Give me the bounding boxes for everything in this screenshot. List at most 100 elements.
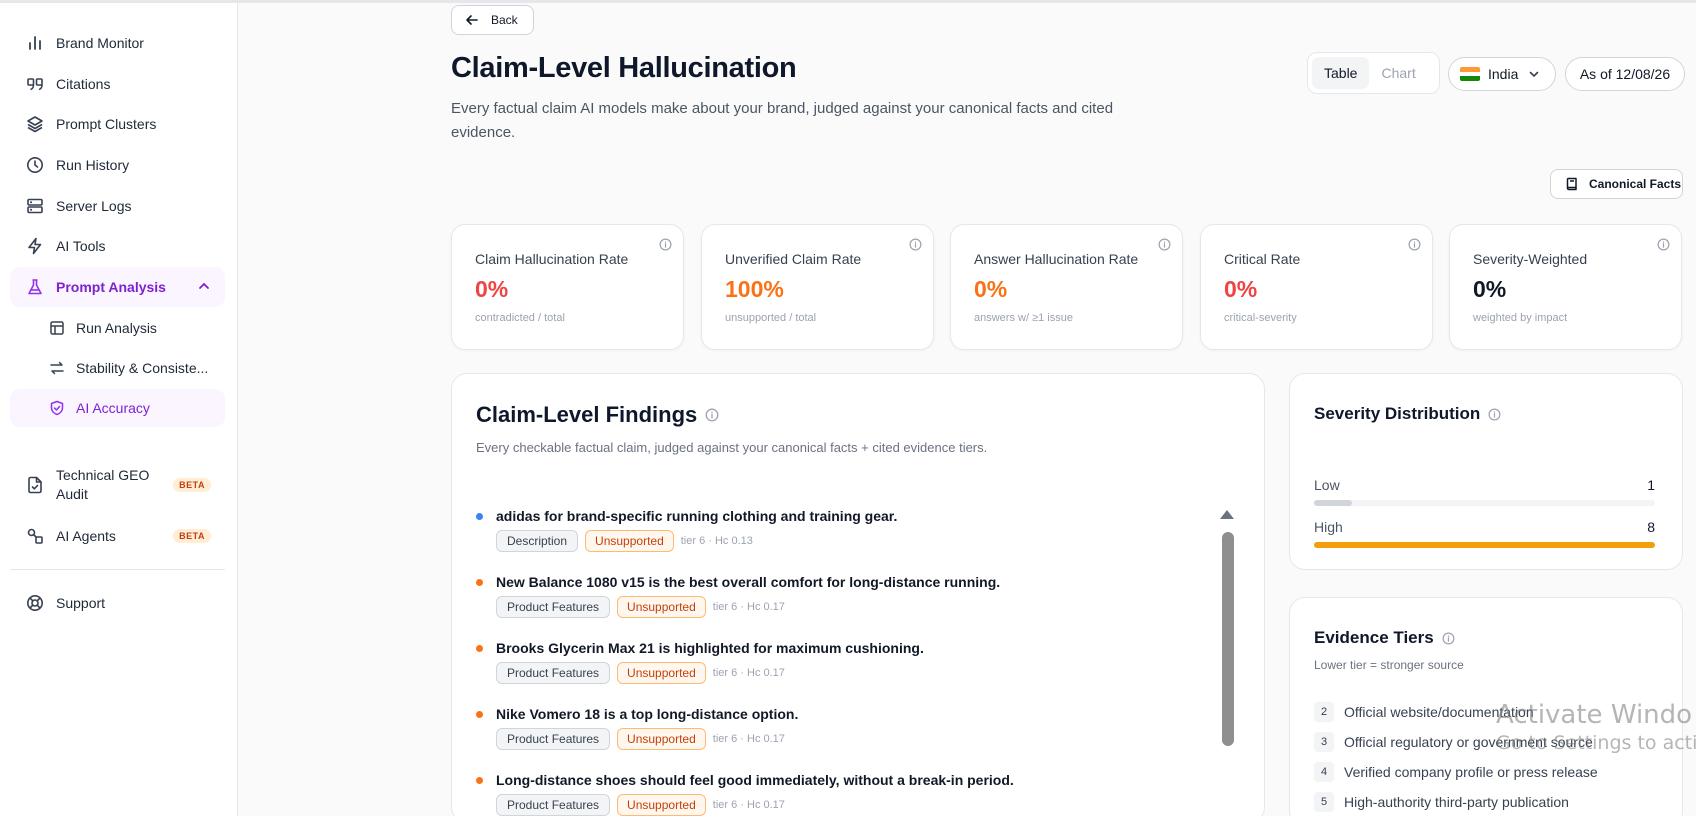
sidebar-item-support[interactable]: Support	[10, 583, 225, 623]
shield-check-icon	[48, 399, 66, 417]
kpi-value: 0%	[974, 276, 1008, 302]
claim-findings-card: Claim-Level Findings Every checkable fac…	[451, 373, 1265, 816]
sidebar-item-run-history[interactable]: Run History	[10, 145, 225, 185]
sidebar: Brand Monitor Citations Prompt Clusters …	[0, 3, 238, 816]
sidebar-item-ai-agents[interactable]: AI Agents BETA	[10, 516, 225, 556]
info-icon[interactable]	[1488, 408, 1501, 421]
view-toggle: Table Chart	[1307, 52, 1440, 94]
kpi-card: Answer Hallucination Rate 0% answers w/ ≥1…	[950, 224, 1183, 350]
claim-meta: tier 6 · Hc 0.17	[712, 733, 785, 745]
back-button[interactable]: Back	[451, 5, 534, 35]
arrow-left-icon	[465, 13, 479, 27]
kpi-card: Unverified Claim Rate 100% unsupported / t…	[701, 224, 934, 350]
chevron-up-icon[interactable]	[197, 279, 211, 296]
layers-icon	[24, 113, 46, 135]
tier-item: 4 Verified company profile or press relea…	[1314, 762, 1598, 782]
sidebar-item-label: AI Accuracy	[76, 400, 150, 416]
sidebar-item-label: AI Agents	[56, 528, 116, 544]
category-badge: Product Features	[496, 794, 611, 816]
severity-title: Severity Distribution	[1314, 404, 1501, 424]
canonical-facts-button[interactable]: Canonical Facts	[1550, 169, 1683, 199]
kpi-value: 0%	[475, 276, 509, 302]
sidebar-item-citations[interactable]: Citations	[10, 64, 225, 104]
sidebar-item-label: Support	[56, 595, 106, 611]
as-of-date-button[interactable]: As of 12/08/26	[1565, 57, 1685, 91]
sidebar-divider	[10, 569, 225, 570]
top-border	[0, 0, 1696, 3]
arrows-icon	[48, 359, 66, 377]
tiers-title: Evidence Tiers	[1314, 628, 1455, 648]
view-toggle-table[interactable]: Table	[1312, 57, 1370, 89]
info-icon[interactable]	[1442, 632, 1455, 645]
tier-number: 2	[1314, 702, 1334, 722]
sidebar-item-run-analysis[interactable]: Run Analysis	[10, 309, 225, 347]
info-icon[interactable]	[909, 238, 922, 251]
status-dot	[476, 711, 483, 718]
claim-text: Long-distance shoes should feel good imm…	[496, 772, 1014, 788]
scrollbar-thumb[interactable]	[1222, 532, 1234, 746]
claim-text: Nike Vomero 18 is a top long-distance op…	[496, 706, 799, 722]
kpi-card: Critical Rate 0% critical-severity	[1200, 224, 1433, 350]
category-badge: Product Features	[496, 728, 611, 750]
sidebar-item-label: Citations	[56, 76, 111, 92]
back-label: Back	[491, 13, 518, 27]
category-badge: Product Features	[496, 596, 611, 618]
kpi-caption: unsupported / total	[725, 312, 817, 324]
sidebar-item-server-logs[interactable]: Server Logs	[10, 186, 225, 226]
view-toggle-chart[interactable]: Chart	[1369, 57, 1427, 89]
chevron-down-icon	[1528, 68, 1540, 80]
severity-bar-fill	[1314, 542, 1655, 548]
claim-meta: tier 6 · Hc 0.17	[712, 799, 785, 811]
india-flag-icon	[1460, 67, 1480, 81]
kpi-value: 0%	[1473, 276, 1507, 302]
category-badge: Description	[496, 530, 579, 552]
sidebar-item-label: Brand Monitor	[56, 35, 144, 51]
sidebar-item-label: AI Tools	[56, 238, 106, 254]
sidebar-item-ai-tools[interactable]: AI Tools	[10, 226, 225, 266]
tier-number: 5	[1314, 792, 1334, 812]
info-icon[interactable]	[1657, 238, 1670, 251]
sidebar-item-label: Prompt Clusters	[56, 116, 157, 132]
status-badge: Unsupported	[617, 596, 706, 618]
claim-text: Brooks Glycerin Max 21 is highlighted fo…	[496, 640, 924, 656]
severity-count: 1	[1647, 477, 1655, 493]
country-select[interactable]: India	[1448, 57, 1556, 91]
status-badge: Unsupported	[617, 728, 706, 750]
severity-bar-fill	[1314, 500, 1352, 506]
kpi-card: Severity-Weighted 0% weighted by impact	[1449, 224, 1682, 350]
status-badge: Unsupported	[617, 794, 706, 816]
findings-title: Claim-Level Findings	[476, 402, 719, 428]
claim-meta: tier 6 · Hc 0.13	[680, 535, 753, 547]
beta-badge: BETA	[173, 529, 211, 543]
sidebar-item-label: Server Logs	[56, 198, 132, 214]
status-badge: Unsupported	[585, 530, 674, 552]
sidebar-item-label: Run Analysis	[76, 320, 157, 336]
sidebar-item-label: Run History	[56, 157, 130, 173]
sidebar-item-label: Prompt Analysis	[56, 279, 166, 295]
severity-label: High	[1314, 519, 1343, 535]
scroll-up-arrow-icon[interactable]	[1219, 509, 1235, 521]
severity-label: Low	[1314, 477, 1340, 493]
sidebar-item-ai-accuracy[interactable]: AI Accuracy	[10, 389, 225, 427]
sidebar-item-prompt-analysis[interactable]: Prompt Analysis	[10, 267, 225, 307]
severity-bar-track	[1314, 500, 1655, 506]
sidebar-item-technical-geo-audit[interactable]: Technical GEO Audit BETA	[10, 462, 225, 508]
info-icon[interactable]	[1408, 238, 1421, 251]
tier-label: High-authority third-party publication	[1344, 794, 1569, 810]
canonical-facts-label: Canonical Facts	[1589, 177, 1682, 191]
claim-text: New Balance 1080 v15 is the best overall…	[496, 574, 1001, 590]
sidebar-item-stability[interactable]: Stability & Consiste...	[10, 349, 225, 387]
sidebar-item-prompt-clusters[interactable]: Prompt Clusters	[10, 104, 225, 144]
kpi-caption: answers w/ ≥1 issue	[974, 312, 1073, 324]
severity-row: High 8	[1314, 519, 1655, 548]
book-icon	[1565, 177, 1579, 191]
sidebar-item-label: Stability & Consiste...	[76, 360, 209, 376]
clock-icon	[24, 154, 46, 176]
kpi-caption: weighted by impact	[1473, 312, 1568, 324]
sidebar-item-brand-monitor[interactable]: Brand Monitor	[10, 23, 225, 63]
info-icon[interactable]	[1158, 238, 1171, 251]
info-icon[interactable]	[705, 408, 719, 422]
bar-chart-icon	[24, 32, 46, 54]
info-icon[interactable]	[659, 238, 672, 251]
kpi-value: 0%	[1224, 276, 1258, 302]
